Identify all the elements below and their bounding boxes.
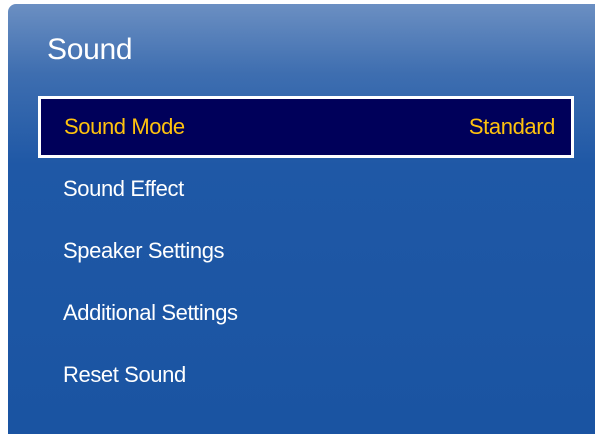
menu-title: Sound xyxy=(47,33,133,66)
menu-item-label: Additional Settings xyxy=(63,300,238,325)
menu-item-label: Sound Mode xyxy=(64,114,185,139)
menu-item-additional-settings[interactable]: Additional Settings xyxy=(8,282,595,344)
sound-menu-panel: Sound Sound Mode Standard Sound Effect S… xyxy=(8,4,595,434)
menu-list: Sound Mode Standard Sound Effect Speaker… xyxy=(8,96,595,406)
menu-item-label: Speaker Settings xyxy=(63,238,225,263)
menu-item-sound-mode[interactable]: Sound Mode Standard xyxy=(38,96,574,158)
menu-item-speaker-settings[interactable]: Speaker Settings xyxy=(8,220,595,282)
menu-item-value: Standard xyxy=(468,114,555,139)
menu-item-label: Reset Sound xyxy=(63,362,186,387)
menu-item-reset-sound[interactable]: Reset Sound xyxy=(8,344,595,406)
menu-item-sound-effect[interactable]: Sound Effect xyxy=(8,158,595,220)
menu-item-label: Sound Effect xyxy=(63,176,184,201)
